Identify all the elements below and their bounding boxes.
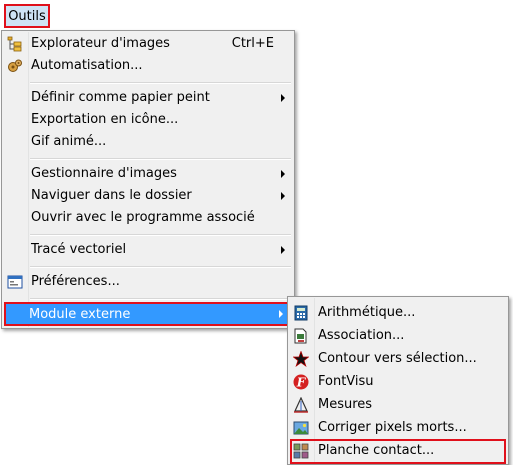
menu-item-browse-folder-label: Naviguer dans le dossier [31,188,192,203]
menu-item-export-icon[interactable]: Exportation en icône... [4,109,292,131]
menu-separator [30,234,291,236]
menu-item-vector-label: Tracé vectoriel [31,242,127,257]
menu-separator [30,266,291,268]
menu-item-explorer-label: Explorateur d'images [31,36,170,51]
menu-outils[interactable]: Outils [4,4,50,28]
picture-fix-icon [293,420,309,436]
menu-item-gif-label: Gif animé... [31,134,107,149]
submenu-item-association[interactable]: Association... [290,325,506,348]
menu-item-image-manager-label: Gestionnaire d'images [31,166,177,181]
gears-icon [7,58,23,74]
submenu-item-dead-pixels[interactable]: Corriger pixels morts... [290,417,506,440]
menu-item-preferences-label: Préférences... [31,274,120,289]
submenu-arrow-icon [281,192,285,200]
preferences-window-icon [7,274,23,290]
menu-item-export-icon-label: Exportation en icône... [31,112,179,127]
outils-menu: Explorateur d'images Ctrl+E Automatisati… [1,30,295,329]
svg-text:F: F [296,376,307,390]
menu-item-browse-folder[interactable]: Naviguer dans le dossier [4,185,292,207]
menu-item-plugin-label: Module externe [29,307,131,322]
menu-item-vector[interactable]: Tracé vectoriel [4,239,292,261]
menu-item-open-with-label: Ouvrir avec le programme associé [31,210,255,225]
menu-item-plugin[interactable]: Module externe [4,302,293,326]
submenu-item-association-label: Association... [318,328,405,343]
plugin-submenu: Arithmétique... Association... Contour v… [287,296,509,465]
submenu-item-dead-pixels-label: Corriger pixels morts... [318,420,467,435]
submenu-item-contact-sheet-label: Planche contact... [318,443,435,458]
submenu-arrow-icon [281,94,285,102]
explorer-tree-icon [7,36,23,52]
submenu-item-arithmetic-label: Arithmétique... [318,305,416,320]
menu-item-explorer-shortcut: Ctrl+E [231,36,274,51]
menu-item-wallpaper[interactable]: Définir comme papier peint [4,87,292,109]
submenu-item-contour[interactable]: Contour vers sélection... [290,348,506,371]
menu-outils-label: Outils [8,8,46,24]
calculator-icon [293,305,309,321]
submenu-item-mesures-label: Mesures [318,397,373,412]
submenu-arrow-icon [281,170,285,178]
menu-separator [30,82,291,84]
file-association-icon [293,328,309,344]
star-icon [293,351,309,367]
menu-item-preferences[interactable]: Préférences... [4,271,292,293]
contact-sheet-icon [293,443,309,459]
submenu-item-arithmetic[interactable]: Arithmétique... [290,302,506,325]
menu-item-automation-label: Automatisation... [31,58,143,73]
menu-separator [30,298,291,300]
fontvisu-icon: F [293,374,309,390]
submenu-item-mesures[interactable]: Mesures [290,394,506,417]
submenu-arrow-icon [281,246,285,254]
submenu-arrow-icon [279,310,283,318]
menu-item-explorer[interactable]: Explorateur d'images Ctrl+E [4,33,292,55]
submenu-item-contour-label: Contour vers sélection... [318,351,477,366]
menu-item-wallpaper-label: Définir comme papier peint [31,90,210,105]
menu-separator [30,158,291,160]
menu-item-open-with[interactable]: Ouvrir avec le programme associé [4,207,292,229]
submenu-item-contact-sheet[interactable]: Planche contact... [290,439,506,464]
menu-item-gif[interactable]: Gif animé... [4,131,292,153]
menu-item-automation[interactable]: Automatisation... [4,55,292,77]
submenu-item-fontvisu-label: FontVisu [318,374,374,389]
measure-icon [293,397,309,413]
submenu-item-fontvisu[interactable]: F FontVisu [290,371,506,394]
menu-item-image-manager[interactable]: Gestionnaire d'images [4,163,292,185]
